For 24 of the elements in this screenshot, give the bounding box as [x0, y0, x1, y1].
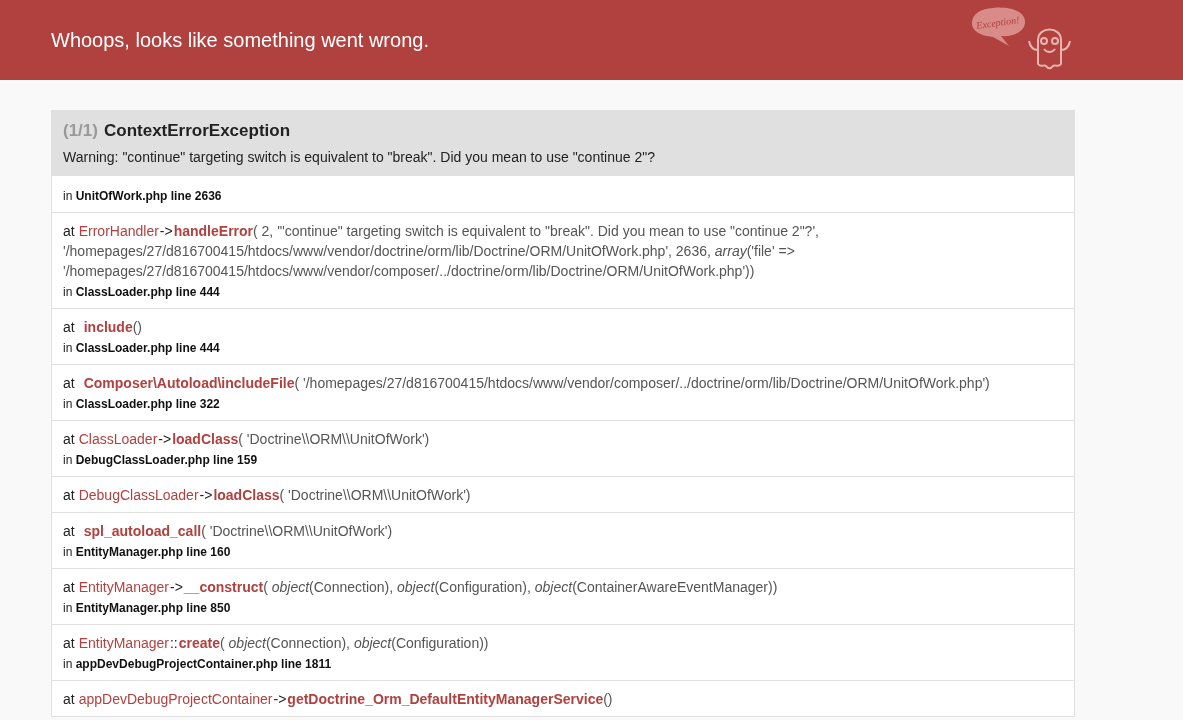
stack-frame-call: at EntityManager::create( object(Connection), object(Configuration)) [63, 634, 490, 653]
trace-location: in EntityManager.php line 160 [63, 544, 232, 561]
trace-location: in ClassLoader.php line 322 [63, 396, 221, 413]
stack-frame-call: at ErrorHandler->handleError( 2, '"continue" targeting switch is equivalent to "break". Did you mean to use "continue 2"?', '/homepages/27/d816700415/htdocs/www/vendor/doctrine/orm/lib/Doctrine/ORM/UnitOfWork.php', 2636, array('file' => '/homepages/27/d816700415/htdocs/www/vendor/composer/../doctrine/orm/lib/Doctrine/ORM/UnitOfWork.php')) [63, 222, 820, 281]
trace-location: in appDevDebugProjectContainer.php line 1811 [63, 656, 333, 673]
stack-frame-call: at EntityManager->__construct( object(Connection), object(Configuration), object(ContainerAwareEventManager)) [63, 578, 779, 597]
stack-frame-call: at DebugClassLoader->loadClass( 'Doctrine\\ORM\\UnitOfWork') [63, 486, 472, 505]
trace-location: in EntityManager.php line 850 [63, 600, 232, 617]
exception-counter: (1/1) [63, 121, 98, 141]
stack-frame-call: at spl_autoload_call( 'Doctrine\\ORM\\UnitOfWork') [63, 522, 394, 541]
page-title: Whoops, looks like something went wrong. [51, 28, 429, 52]
bubble-text: Exception! [975, 14, 1020, 31]
exception-message: Warning: "continue" targeting switch is equivalent to "break". Did you mean to use "continue 2"? [63, 149, 656, 165]
ghost-icon [1028, 28, 1071, 70]
stack-frame-call: at appDevDebugProjectContainer->getDoctrine_Orm_DefaultEntityManagerService() [63, 690, 614, 709]
trace-location: in DebugClassLoader.php line 159 [63, 452, 259, 469]
trace-location: in ClassLoader.php line 444 [63, 340, 221, 357]
exception-name: ContextErrorException [103, 121, 291, 141]
trace-location: in ClassLoader.php line 444 [63, 284, 221, 301]
stack-frame-call: at ClassLoader->loadClass( 'Doctrine\\ORM\\UnitOfWork') [63, 430, 431, 449]
stack-frame-call: at Composer\Autoload\includeFile( '/homepages/27/d816700415/htdocs/www/vendor/composer/../doctrine/orm/lib/Doctrine/ORM/UnitOfWork.php') [63, 374, 991, 393]
stack-frame-call: at include() [63, 318, 144, 337]
trace-location: in UnitOfWork.php line 2636 [63, 188, 223, 205]
speech-bubble-icon [971, 7, 1025, 46]
